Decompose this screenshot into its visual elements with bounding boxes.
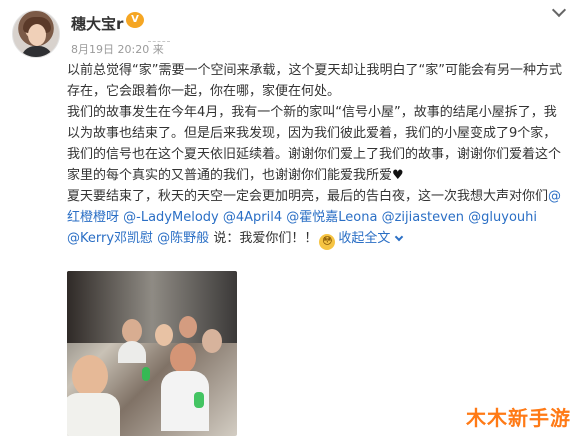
- emoji-icon: 😳: [319, 234, 336, 250]
- avatar[interactable]: [12, 10, 60, 58]
- avatar-body: [21, 46, 53, 57]
- mention-link[interactable]: @霍悦嘉Leona: [286, 210, 377, 225]
- mention-link[interactable]: @Kerry邓凯慰: [67, 231, 153, 246]
- post-paragraph-2-text: 我们的故事发生在今年4月，我有一个新的家叫“信号小屋”，故事的结尾小屋拆了，我以…: [67, 105, 562, 183]
- post-paragraph-3: 夏天要结束了，秋天的天空一定会更加明亮，最后的告白夜，这一次我想大声对你们@红橙…: [67, 186, 567, 250]
- photo-prop: [194, 392, 204, 408]
- post-paragraph-1: 以前总觉得“家”需要一个空间来承载，这个夏天却让我明白了“家”可能会有另一种方式…: [67, 63, 562, 99]
- photo-person: [179, 316, 197, 338]
- more-options-button[interactable]: [549, 2, 569, 21]
- mention-link[interactable]: @zijiasteven: [382, 210, 464, 225]
- photo-person: [122, 319, 142, 343]
- photo-person: [67, 393, 120, 436]
- post-paragraph-3-end: 说：我爱你们！！: [213, 231, 318, 246]
- collapse-full-text-link[interactable]: 收起全文: [338, 231, 390, 246]
- photo-person: [170, 343, 196, 373]
- verified-badge-icon: V: [126, 12, 144, 28]
- post-paragraph-3-text: 夏天要结束了，秋天的天空一定会更加明亮，最后的告白夜，这一次我想大声对你们: [67, 189, 549, 204]
- photo-person: [118, 341, 146, 363]
- timestamp-divider: [148, 41, 170, 51]
- avatar-face: [28, 24, 46, 46]
- mention-link[interactable]: @gluyouhi: [468, 210, 537, 225]
- photo-person: [155, 324, 173, 346]
- heart-icon: ♥: [392, 168, 404, 183]
- chevron-down-icon: [551, 2, 567, 18]
- username[interactable]: 穗大宝r: [71, 13, 123, 34]
- mention-link[interactable]: @-LadyMelody: [123, 210, 219, 225]
- photo-person: [202, 329, 222, 353]
- watermark: 木木新手游: [466, 406, 571, 430]
- post-body: 以前总觉得“家”需要一个空间来承载，这个夏天却让我明白了“家”可能会有另一种方式…: [67, 60, 567, 250]
- mention-link[interactable]: @4April4: [223, 210, 282, 225]
- photo-prop: [142, 367, 150, 381]
- post-paragraph-2: 我们的故事发生在今年4月，我有一个新的家叫“信号小屋”，故事的结尾小屋拆了，我以…: [67, 102, 567, 186]
- mention-link[interactable]: @陈野般: [157, 231, 209, 246]
- post-photo[interactable]: [67, 271, 237, 436]
- chevron-up-icon: [395, 232, 404, 242]
- photo-person: [72, 355, 108, 397]
